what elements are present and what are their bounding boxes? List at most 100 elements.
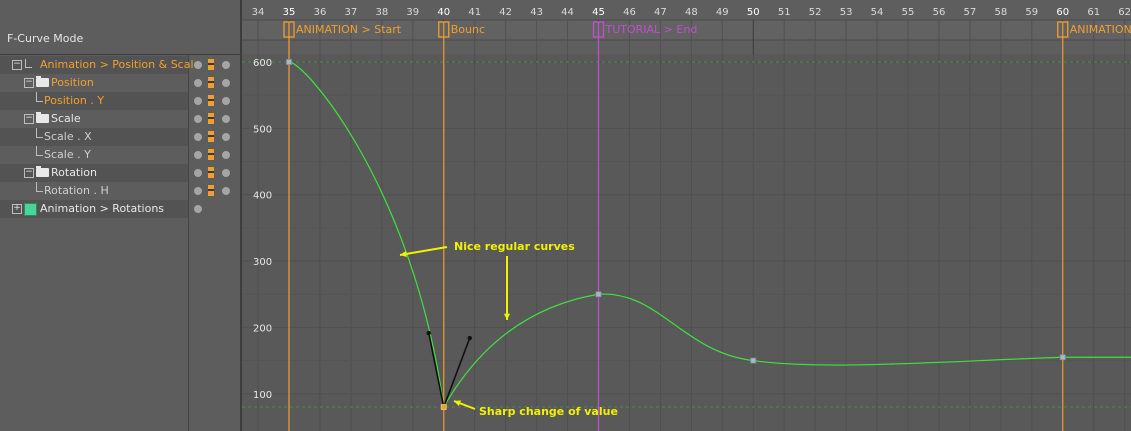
tree-item[interactable]: + Animation > Rotations (0, 200, 240, 218)
tree-item[interactable]: − Scale (0, 110, 240, 128)
branch-line (36, 128, 43, 138)
tree-item[interactable]: Position . Y (0, 92, 240, 110)
frame-label: 61 (1087, 7, 1100, 18)
marker-label[interactable]: Bounc (451, 23, 485, 36)
track-icon[interactable] (208, 149, 214, 160)
frame-label: 46 (623, 7, 636, 18)
keyframe-point[interactable] (750, 357, 757, 364)
folder-icon (36, 112, 49, 123)
object-icon (24, 203, 37, 216)
keyframe-point[interactable] (1059, 354, 1066, 361)
frame-label: 58 (994, 7, 1007, 18)
solo-toggle-icon[interactable] (222, 79, 230, 87)
solo-toggle-icon[interactable] (222, 115, 230, 123)
annotation-nice-curves: Nice regular curves (454, 240, 575, 253)
enable-toggle-icon[interactable] (194, 61, 202, 69)
track-header (242, 40, 1131, 54)
frame-label: 59 (1025, 7, 1038, 18)
tree-item-label: Animation > Rotations (40, 202, 165, 215)
enable-toggle-icon[interactable] (194, 169, 202, 177)
track-icon[interactable] (208, 131, 214, 142)
frame-label: 49 (716, 7, 729, 18)
marker-label[interactable]: ANIMATION > Start (296, 23, 402, 36)
solo-toggle-icon[interactable] (222, 169, 230, 177)
expand-icon[interactable]: + (12, 204, 22, 214)
frame-label: 51 (778, 7, 791, 18)
value-label: 100 (253, 390, 272, 401)
keyframe-point[interactable] (286, 59, 292, 65)
frame-label: 43 (530, 7, 543, 18)
frame-label: 38 (375, 7, 388, 18)
track-icon[interactable] (208, 113, 214, 124)
frame-label: 39 (406, 7, 419, 18)
annotation-sharp-change: Sharp change of value (479, 405, 618, 418)
track-icon[interactable] (208, 185, 214, 196)
value-label: 300 (253, 257, 272, 268)
tree-item[interactable]: Rotation . H (0, 182, 240, 200)
track-icon[interactable] (208, 59, 214, 70)
tree-item-label: Position (51, 76, 94, 89)
solo-toggle-icon[interactable] (222, 61, 230, 69)
collapse-icon[interactable]: − (24, 114, 34, 124)
track-icon[interactable] (208, 77, 214, 88)
enable-toggle-icon[interactable] (194, 187, 202, 195)
enable-toggle-icon[interactable] (194, 133, 202, 141)
value-label: 400 (253, 191, 272, 202)
frame-label: 41 (468, 7, 481, 18)
frame-label: 54 (871, 7, 884, 18)
panel-divider (0, 54, 240, 55)
tangent-point[interactable] (426, 330, 431, 336)
collapse-icon[interactable]: − (12, 60, 22, 70)
frame-label: 37 (345, 7, 358, 18)
value-label: 500 (253, 124, 272, 135)
tree-item-label: Rotation (51, 166, 98, 179)
marker-label[interactable]: TUTORIAL > End (605, 23, 698, 36)
solo-toggle-icon[interactable] (222, 97, 230, 105)
curve-area[interactable] (242, 54, 1131, 431)
tree-item-label: Scale (51, 112, 81, 125)
enable-toggle-icon[interactable] (194, 97, 202, 105)
collapse-icon[interactable]: − (24, 168, 34, 178)
solo-toggle-icon[interactable] (222, 151, 230, 159)
row-background (0, 128, 188, 146)
fcurve-canvas[interactable]: 34 35 36 37 38 39 40 41 42 43 44 45 46 47 48 49 50 51 52 53… (242, 0, 1131, 431)
collapse-icon[interactable]: − (24, 78, 34, 88)
branch-line (36, 92, 43, 102)
tree-item-label: Rotation . H (44, 184, 109, 197)
tree-item-label: Scale . Y (44, 148, 91, 161)
keyframe-point[interactable] (595, 291, 602, 298)
enable-toggle-icon[interactable] (194, 79, 202, 87)
frame-label: 50 (747, 7, 760, 18)
frame-label: 62 (1118, 7, 1131, 18)
enable-toggle-icon[interactable] (194, 205, 202, 213)
object-manager-panel: F-Curve Mode − Animation > Position & Sca… (0, 0, 240, 431)
frame-label: 60 (1056, 7, 1069, 18)
track-icon[interactable] (208, 167, 214, 178)
tree-item[interactable]: − Animation > Position & Scale (0, 56, 240, 74)
tree-item[interactable]: Scale . Y (0, 146, 240, 164)
enable-toggle-icon[interactable] (194, 151, 202, 159)
frame-label: 53 (840, 7, 853, 18)
frame-label: 57 (964, 7, 977, 18)
solo-toggle-icon[interactable] (222, 133, 230, 141)
marker-label[interactable]: ANIMATION (1070, 23, 1131, 36)
keyframe-point[interactable] (440, 404, 447, 410)
frame-label: 55 (902, 7, 915, 18)
frame-label: 44 (561, 7, 574, 18)
frame-label: 48 (685, 7, 698, 18)
mode-title: F-Curve Mode (7, 32, 84, 45)
row-background (0, 146, 188, 164)
tangent-point[interactable] (467, 335, 472, 341)
frame-label: 45 (592, 7, 605, 18)
tree-item[interactable]: − Position (0, 74, 240, 92)
tree-item-label: Animation > Position & Scale (40, 58, 201, 71)
track-icon[interactable] (208, 95, 214, 106)
enable-toggle-icon[interactable] (194, 115, 202, 123)
fcurve-graph[interactable]: 34 35 36 37 38 39 40 41 42 43 44 45 46 47 48 49 50 51 52 53… (242, 0, 1131, 431)
tree-item[interactable]: − Rotation (0, 164, 240, 182)
solo-toggle-icon[interactable] (222, 187, 230, 195)
tree-item[interactable]: Scale . X (0, 128, 240, 146)
frame-label: 52 (809, 7, 822, 18)
frame-label: 40 (437, 7, 450, 18)
frame-label: 36 (314, 7, 327, 18)
